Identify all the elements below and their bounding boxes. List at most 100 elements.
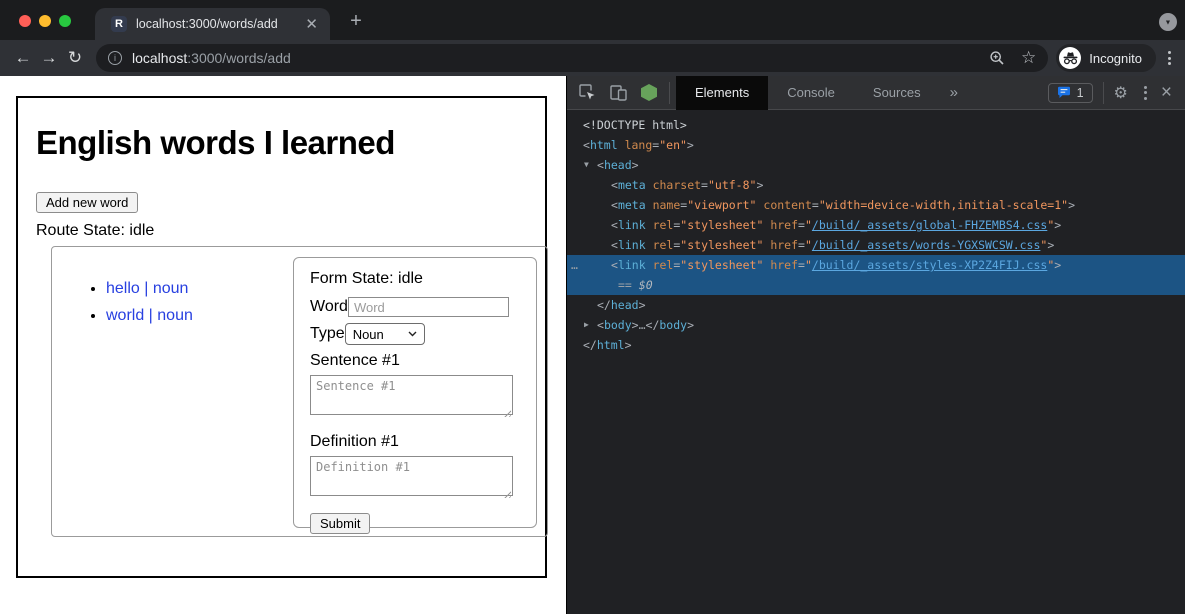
dom-token: = [798, 218, 805, 232]
device-toolbar-icon[interactable] [610, 85, 627, 101]
browser-tab[interactable]: R localhost:3000/words/add ✕ [95, 8, 330, 40]
dom-token: link [618, 258, 646, 272]
definition-label: Definition #1 [310, 433, 520, 451]
dom-tree-row[interactable]: <link rel="stylesheet" href="/build/_ass… [567, 235, 1185, 255]
word-link-world[interactable]: world | noun [106, 307, 193, 324]
dom-tree-row[interactable]: </head> [567, 295, 1185, 315]
incognito-badge: Incognito [1056, 44, 1156, 72]
dom-token: > [1047, 238, 1054, 252]
forward-button[interactable]: → [36, 45, 62, 71]
dom-tree-row[interactable]: <html lang="en"> [567, 135, 1185, 155]
dom-token [646, 258, 653, 272]
tab-elements[interactable]: Elements [676, 76, 768, 110]
dom-token: </ [597, 298, 611, 312]
dom-tree-row[interactable]: ▼<head> [567, 155, 1185, 175]
tab-strip: R localhost:3000/words/add ✕ + ▼ [0, 0, 1185, 40]
new-tab-button[interactable]: + [344, 9, 368, 33]
devtools-toolbar: Elements Console Sources » 1 ⚙ × [567, 76, 1185, 110]
zoom-indicator-icon[interactable] [989, 50, 1005, 66]
tab-close-icon[interactable]: ✕ [303, 17, 320, 32]
dom-token: $0 [639, 278, 653, 292]
fullscreen-window-button[interactable] [59, 15, 71, 27]
message-bubble-icon [1057, 86, 1071, 99]
dom-token: link [618, 218, 646, 232]
add-new-word-button[interactable]: Add new word [36, 192, 138, 213]
dom-token: </ [583, 338, 597, 352]
url-text: localhost:3000/words/add [132, 50, 291, 66]
dom-token: > [1068, 198, 1075, 212]
dom-tree-row[interactable]: == $0 [567, 275, 1185, 295]
dom-token: == [618, 278, 639, 292]
dom-tree-row[interactable]: …<link rel="stylesheet" href="/build/_as… [567, 255, 1185, 275]
dom-token: "en" [659, 138, 687, 152]
dom-token: < [611, 258, 618, 272]
dom-tree-row[interactable]: <!DOCTYPE html> [567, 115, 1185, 135]
dom-tree-row[interactable]: <link rel="stylesheet" href="/build/_ass… [567, 215, 1185, 235]
stylesheet-link[interactable]: /build/_assets/styles-XP2Z4FIJ.css [812, 258, 1047, 272]
word-input[interactable] [348, 297, 509, 317]
node-icon[interactable] [641, 84, 657, 101]
site-info-icon[interactable]: i [108, 51, 122, 65]
dom-token: rel [653, 218, 674, 232]
more-tabs-button[interactable]: » [950, 84, 958, 101]
close-window-button[interactable] [19, 15, 31, 27]
inspect-element-icon[interactable] [579, 84, 596, 101]
dom-token: > [687, 138, 694, 152]
browser-menu-button[interactable] [1168, 51, 1171, 65]
dom-token: < [611, 198, 618, 212]
issues-counter[interactable]: 1 [1048, 83, 1093, 103]
address-bar[interactable]: i localhost:3000/words/add ☆ [96, 44, 1048, 72]
dom-token: = [798, 258, 805, 272]
tab-search-button[interactable]: ▼ [1159, 13, 1177, 31]
overflow-menu-icon[interactable]: … [571, 255, 578, 275]
dom-token [646, 178, 653, 192]
stylesheet-link[interactable]: /build/_assets/words-YGXSWCSW.css [812, 238, 1040, 252]
dom-token: " [805, 238, 812, 252]
type-select[interactable]: Noun [345, 323, 425, 345]
chevron-down-icon [408, 331, 417, 337]
words-panel: hello | noun world | noun Form State: id… [51, 246, 548, 537]
dom-token: name [653, 198, 681, 212]
dom-token: href [770, 238, 798, 252]
incognito-label: Incognito [1089, 51, 1142, 66]
dom-token: … [639, 318, 646, 332]
dom-token [646, 218, 653, 232]
dom-token: = [701, 178, 708, 192]
devtools-close-icon[interactable]: × [1161, 83, 1172, 102]
collapse-arrow-icon[interactable]: ▶ [584, 315, 589, 335]
tab-sources[interactable]: Sources [854, 76, 940, 110]
dom-token: </ [646, 318, 660, 332]
stylesheet-link[interactable]: /build/_assets/global-FHZEMBS4.css [812, 218, 1047, 232]
type-select-value: Noun [353, 327, 384, 342]
dom-tree-row[interactable]: ▶<body>…</body> [567, 315, 1185, 335]
bookmark-star-icon[interactable]: ☆ [1021, 48, 1036, 68]
dom-token: < [583, 138, 590, 152]
dom-token: > [756, 178, 763, 192]
sentence-label: Sentence #1 [310, 352, 520, 370]
dom-token: < [597, 318, 604, 332]
dom-token: " [805, 218, 812, 232]
back-button[interactable]: ← [10, 45, 36, 71]
dom-token: "stylesheet" [680, 238, 763, 252]
type-label: Type [310, 325, 345, 343]
tab-console[interactable]: Console [768, 76, 854, 110]
minimize-window-button[interactable] [39, 15, 51, 27]
dom-token: > [639, 298, 646, 312]
settings-gear-icon[interactable]: ⚙ [1114, 83, 1128, 103]
expand-arrow-icon[interactable]: ▼ [584, 155, 589, 175]
chevron-down-icon: ▼ [1165, 19, 1172, 26]
dom-token: meta [618, 198, 646, 212]
definition-textarea[interactable] [310, 456, 513, 496]
reload-button[interactable]: ↻ [62, 45, 88, 71]
submit-button[interactable]: Submit [310, 513, 370, 534]
devtools-menu-button[interactable] [1144, 86, 1147, 100]
dom-token: html [590, 138, 618, 152]
dom-tree-row[interactable]: <meta name="viewport" content="width=dev… [567, 195, 1185, 215]
dom-token [646, 198, 653, 212]
dom-tree-row[interactable]: <meta charset="utf-8"> [567, 175, 1185, 195]
dom-tree-row[interactable]: </html> [567, 335, 1185, 355]
word-link-hello[interactable]: hello | noun [106, 280, 188, 297]
page-title: English words I learned [36, 124, 545, 162]
sentence-textarea[interactable] [310, 375, 513, 415]
dom-token: "stylesheet" [680, 218, 763, 232]
